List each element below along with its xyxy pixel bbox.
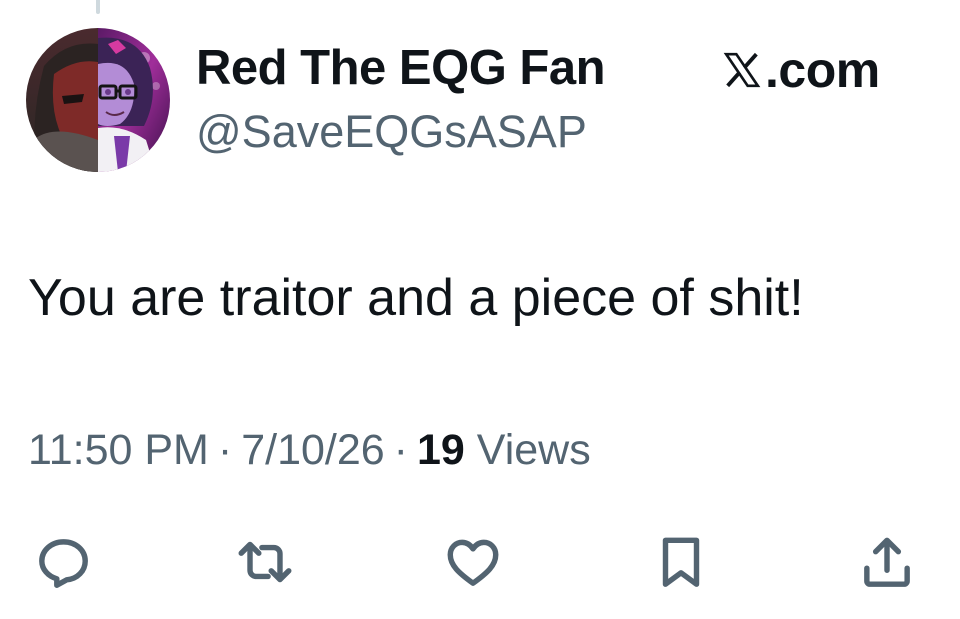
views-label: Views [476, 426, 591, 474]
split-character-avatar-icon [26, 28, 170, 172]
meta-separator: · [393, 426, 408, 474]
meta-separator: · [217, 426, 233, 474]
repost-icon [238, 541, 292, 583]
tweet-meta: 11:50 PM · 7/10/26 · 19 Views [28, 424, 591, 476]
share-icon [864, 537, 910, 587]
share-button[interactable] [852, 530, 922, 594]
tweet-time[interactable]: 11:50 PM [28, 426, 209, 474]
x-logo-icon [723, 52, 761, 88]
repost-button[interactable] [230, 530, 300, 594]
heart-icon [447, 539, 499, 586]
bookmark-icon [662, 537, 700, 587]
thread-connector-line [96, 0, 100, 14]
bookmark-button[interactable] [646, 530, 716, 594]
tweet-date[interactable]: 7/10/26 [241, 426, 384, 474]
tweet-text: You are traitor and a piece of shit! [28, 269, 804, 327]
like-button[interactable] [438, 530, 508, 594]
avatar[interactable] [26, 28, 170, 172]
brand-domain-label: .com [765, 42, 880, 98]
reply-icon [39, 539, 88, 588]
author-handle[interactable]: @SaveEQGsASAP [196, 104, 587, 160]
author-display-name[interactable]: Red The EQG Fan [196, 40, 606, 96]
views-count: 19 [417, 426, 465, 474]
brand-watermark: .com [722, 42, 880, 98]
reply-button[interactable] [28, 530, 98, 594]
